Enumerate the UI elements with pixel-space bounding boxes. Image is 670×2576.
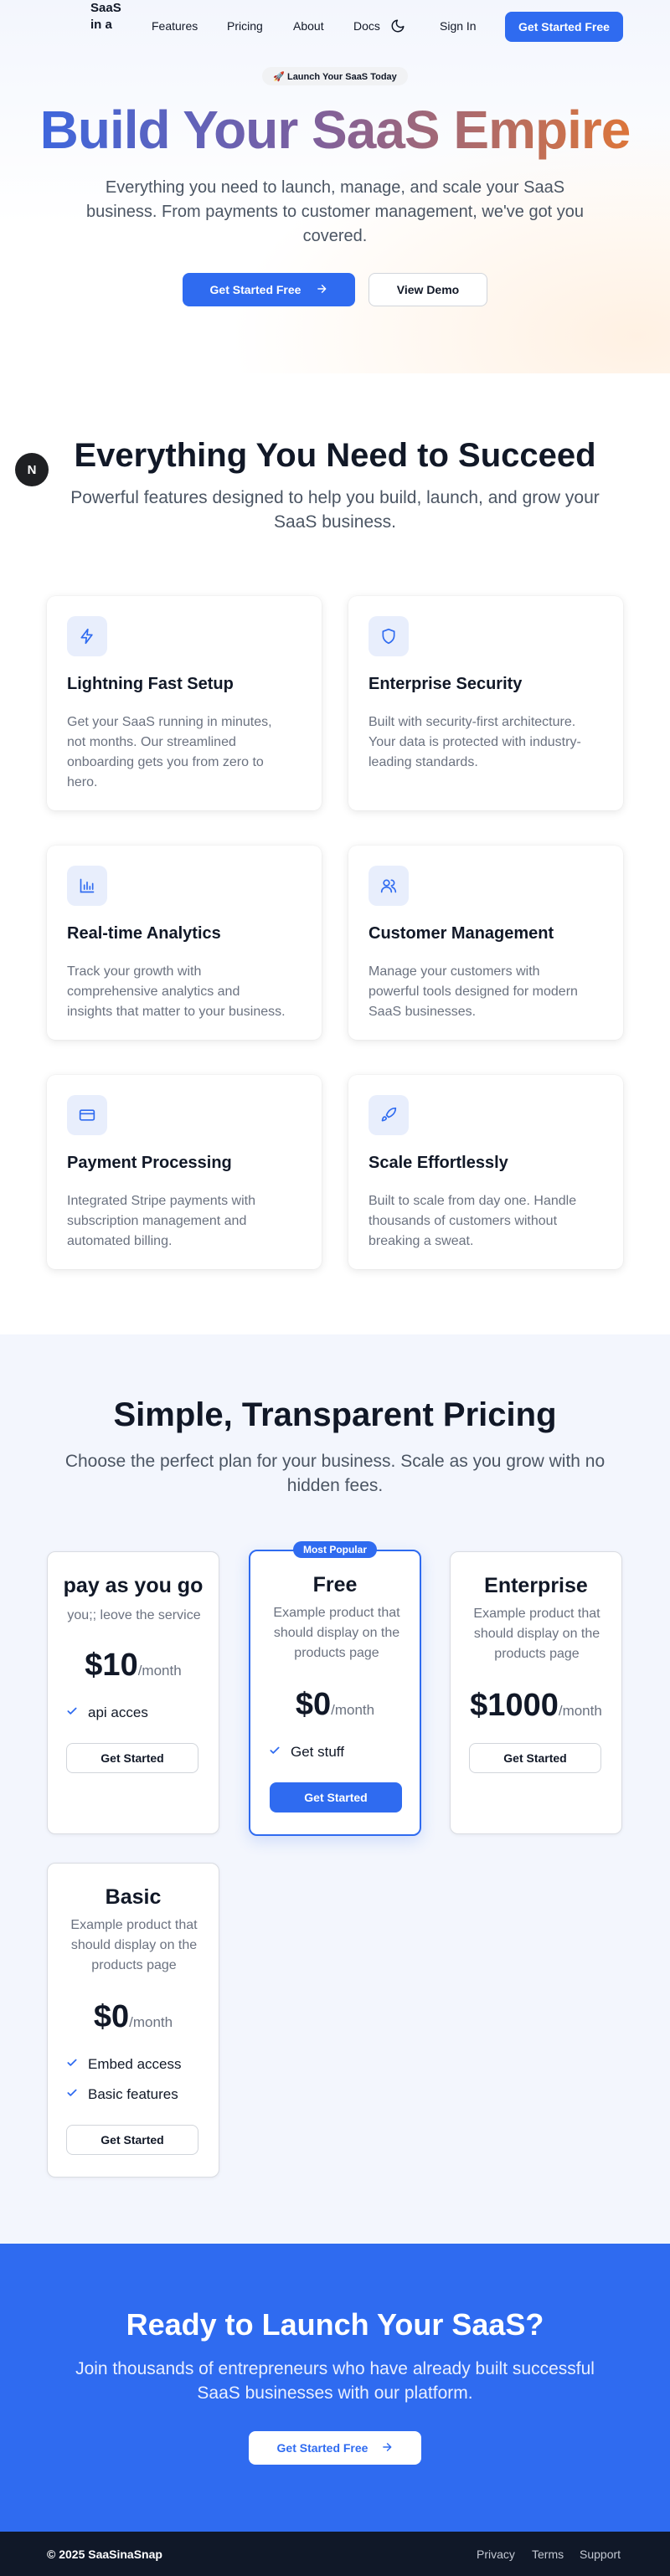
plan-desc: Example product that should display on t… bbox=[273, 1606, 400, 1660]
plan-price-amount: $0 bbox=[295, 1687, 332, 1722]
plan-desc: you;; leove the service bbox=[67, 1608, 201, 1622]
check-icon bbox=[66, 1704, 78, 1721]
plan-feature: Basic features bbox=[66, 2086, 178, 2103]
plan-name: Basic bbox=[105, 1885, 162, 1909]
plan-desc: Example product that should display on t… bbox=[70, 1918, 198, 1972]
check-icon bbox=[66, 2056, 78, 2073]
cta-title: Ready to Launch Your SaaS? bbox=[126, 2307, 544, 2342]
pricing-title: Simple, Transparent Pricing bbox=[113, 1396, 557, 1433]
plan-name: Free bbox=[312, 1573, 358, 1597]
plan-get-started-button[interactable]: Get Started bbox=[66, 2125, 198, 2155]
plan-desc: Example product that should display on t… bbox=[473, 1607, 600, 1661]
nav-link-pricing[interactable]: Pricing bbox=[227, 19, 263, 33]
plan-price-amount: $1000 bbox=[470, 1688, 559, 1723]
logo[interactable]: SaaS in a bbox=[90, 0, 132, 33]
moon-icon[interactable] bbox=[390, 18, 405, 33]
feature-card: Real-time Analytics Track your growth wi… bbox=[47, 846, 322, 1040]
feature-card: Scale Effortlessly Built to scale from d… bbox=[348, 1075, 623, 1269]
footer: © 2025 SaaSinaSnap Privacy Terms Support bbox=[0, 2532, 670, 2576]
plan-feature-label: Get stuff bbox=[291, 1744, 344, 1760]
plan-price-period: /month bbox=[129, 2014, 173, 2030]
shield-icon bbox=[368, 616, 409, 656]
plan-feature: Get stuff bbox=[269, 1744, 344, 1761]
plan-price-amount: $10 bbox=[85, 1648, 138, 1683]
plan-card: pay as you go you;; leove the service $1… bbox=[47, 1551, 219, 1834]
hero-subtitle: Everything you need to launch, manage, a… bbox=[85, 178, 585, 245]
cta-get-started-button[interactable]: Get Started Free bbox=[249, 2431, 421, 2465]
cta-subtitle: Join thousands of entrepreneurs who have… bbox=[75, 2359, 595, 2403]
cta-section: Ready to Launch Your SaaS? Join thousand… bbox=[0, 2244, 670, 2532]
feature-title: Customer Management bbox=[368, 924, 554, 943]
feature-title: Lightning Fast Setup bbox=[67, 675, 234, 693]
sign-in-link[interactable]: Sign In bbox=[440, 19, 477, 33]
plan-price-amount: $0 bbox=[93, 1999, 130, 2034]
feature-desc: Integrated Stripe payments with subscrip… bbox=[67, 1194, 256, 1248]
plan-feature-label: Basic features bbox=[88, 2086, 178, 2102]
nav-link-about[interactable]: About bbox=[293, 19, 324, 33]
hero-get-started-button[interactable]: Get Started Free bbox=[183, 273, 355, 306]
lightning-icon bbox=[67, 616, 107, 656]
feature-desc: Built with security-first architecture. … bbox=[368, 715, 581, 769]
arrow-right-icon bbox=[316, 283, 327, 297]
plan-price: $1000/month bbox=[451, 1688, 621, 1724]
plan-feature: Embed access bbox=[66, 2056, 182, 2073]
plan-price-period: /month bbox=[331, 1702, 375, 1718]
most-popular-badge: Most Popular bbox=[293, 1541, 377, 1558]
plan-card-popular: Free Example product that should display… bbox=[249, 1550, 421, 1836]
plan-card: Enterprise Example product that should d… bbox=[450, 1551, 622, 1834]
check-icon bbox=[269, 1744, 281, 1761]
feature-desc: Built to scale from day one. Handle thou… bbox=[368, 1194, 577, 1248]
feature-desc: Get your SaaS running in minutes, not mo… bbox=[67, 715, 272, 789]
nav-link-features[interactable]: Features bbox=[152, 19, 198, 33]
users-icon bbox=[368, 866, 409, 906]
plan-get-started-button[interactable]: Get Started bbox=[469, 1743, 601, 1773]
copyright: © 2025 SaaSinaSnap bbox=[47, 2548, 162, 2561]
feature-card: Payment Processing Integrated Stripe pay… bbox=[47, 1075, 322, 1269]
footer-link-terms[interactable]: Terms bbox=[532, 2548, 564, 2561]
plan-feature-label: api acces bbox=[88, 1704, 148, 1720]
feature-desc: Track your growth with comprehensive ana… bbox=[67, 964, 286, 1019]
top-nav: SaaS in a Features Pricing About Docs Si… bbox=[0, 0, 670, 52]
feature-title: Real-time Analytics bbox=[67, 924, 221, 943]
plan-feature: api acces bbox=[66, 1704, 148, 1721]
feature-card: Enterprise Security Built with security-… bbox=[348, 596, 623, 810]
page: 🚀 Launch Your SaaS Today Build Your SaaS… bbox=[0, 0, 670, 2576]
cta-button-label: Get Started Free bbox=[276, 2441, 368, 2455]
rocket-icon bbox=[368, 1095, 409, 1135]
feature-title: Enterprise Security bbox=[368, 675, 523, 693]
arrow-right-icon bbox=[381, 2441, 393, 2455]
bar-chart-icon bbox=[67, 866, 107, 906]
hero-section: 🚀 Launch Your SaaS Today Build Your SaaS… bbox=[0, 0, 670, 373]
feature-card: Customer Management Manage your customer… bbox=[348, 846, 623, 1040]
feature-title: Scale Effortlessly bbox=[368, 1154, 508, 1172]
hero-get-started-label: Get Started Free bbox=[209, 283, 302, 296]
plan-price-period: /month bbox=[137, 1663, 182, 1679]
plan-price: $0/month bbox=[250, 1687, 420, 1723]
plan-get-started-button[interactable]: Get Started bbox=[66, 1743, 198, 1773]
credit-card-icon bbox=[67, 1095, 107, 1135]
plan-price-period: /month bbox=[558, 1703, 602, 1719]
nav-link-docs[interactable]: Docs bbox=[353, 19, 380, 33]
feature-desc: Manage your customers with powerful tool… bbox=[368, 964, 578, 1019]
plan-name: pay as you go bbox=[63, 1574, 204, 1597]
plan-price: $0/month bbox=[48, 1999, 219, 2035]
nav-get-started-button[interactable]: Get Started Free bbox=[505, 12, 623, 42]
features-subtitle: Powerful features designed to help you b… bbox=[70, 488, 600, 532]
launch-badge: 🚀 Launch Your SaaS Today bbox=[262, 67, 408, 85]
plan-get-started-button[interactable]: Get Started bbox=[270, 1782, 402, 1812]
check-icon bbox=[66, 2086, 78, 2103]
plan-price: $10/month bbox=[48, 1648, 219, 1684]
features-title: Everything You Need to Succeed bbox=[74, 437, 596, 474]
plan-card: Basic Example product that should displa… bbox=[47, 1863, 219, 2178]
feature-card: Lightning Fast Setup Get your SaaS runni… bbox=[47, 596, 322, 810]
feature-title: Payment Processing bbox=[67, 1154, 232, 1172]
plan-name: Enterprise bbox=[484, 1574, 588, 1597]
hero-title: Build Your SaaS Empire bbox=[0, 99, 670, 161]
view-demo-button[interactable]: View Demo bbox=[368, 273, 487, 306]
footer-link-support[interactable]: Support bbox=[580, 2548, 621, 2561]
footer-link-privacy[interactable]: Privacy bbox=[477, 2548, 515, 2561]
plan-feature-label: Embed access bbox=[88, 2056, 182, 2072]
pricing-subtitle: Choose the perfect plan for your busines… bbox=[64, 1452, 606, 1495]
